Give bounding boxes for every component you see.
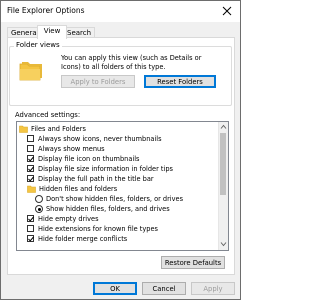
window-title: File Explorer Options — [7, 6, 85, 15]
scroll-down-icon[interactable] — [220, 241, 227, 247]
folder-views-description: You can apply this view (such as Details… — [61, 54, 202, 71]
tab-view[interactable]: View — [37, 25, 67, 39]
vertical-scrollbar[interactable] — [218, 122, 228, 250]
title-bar: File Explorer Options — [1, 1, 240, 22]
close-icon[interactable] — [220, 4, 234, 18]
scrollbar-thumb[interactable] — [220, 133, 226, 195]
list-item-label: Hide extensions for known file types — [38, 225, 158, 233]
scroll-up-icon[interactable] — [220, 124, 227, 130]
list-item-label: Hide folder merge conflicts — [38, 235, 128, 243]
list-item-label: Show hidden files, folders, and drives — [46, 205, 170, 213]
list-item-label: Always show menus — [38, 145, 105, 153]
advanced-settings-label: Advanced settings: — [15, 111, 81, 119]
ok-button[interactable]: OK — [93, 282, 137, 295]
checkbox-checked[interactable] — [27, 165, 34, 172]
checkbox[interactable] — [27, 225, 34, 232]
list-item-label: Display the full path in the title bar — [38, 175, 154, 183]
checkbox[interactable] — [27, 135, 34, 142]
checkbox[interactable] — [27, 145, 34, 152]
restore-defaults-button[interactable]: Restore Defaults — [161, 256, 225, 269]
checkbox-checked[interactable] — [27, 175, 34, 182]
list-item-label: Hide empty drives — [38, 215, 99, 223]
radio[interactable] — [35, 195, 43, 203]
checkbox-checked[interactable] — [27, 235, 34, 242]
list-item-label: Display file icon on thumbnails — [38, 155, 140, 163]
reset-folders-button[interactable]: Reset Folders — [144, 75, 216, 88]
advanced-settings-list[interactable]: Files and Folders Always show icons, nev… — [16, 121, 229, 251]
radio-selected[interactable] — [35, 205, 43, 213]
folder-views-label: Folder views — [14, 41, 62, 49]
dialog-window: File Explorer Options General View Searc… — [0, 0, 241, 300]
apply-button[interactable]: Apply — [191, 282, 235, 295]
list-item-label: Hidden files and folders — [39, 185, 118, 193]
apply-to-folders-button[interactable]: Apply to Folders — [61, 75, 135, 88]
list-item-label: Display file size information in folder … — [38, 165, 173, 173]
checkbox-checked[interactable] — [27, 155, 34, 162]
list-item-label: Don't show hidden files, folders, or dri… — [46, 195, 184, 203]
folder-icon — [27, 185, 36, 193]
folder-icon — [19, 125, 28, 133]
checkbox-checked[interactable] — [27, 215, 34, 222]
list-item-label: Always show icons, never thumbnails — [38, 135, 162, 143]
list-item-label: Files and Folders — [31, 125, 86, 133]
cancel-button[interactable]: Cancel — [142, 282, 186, 295]
folder-icon — [19, 62, 42, 81]
